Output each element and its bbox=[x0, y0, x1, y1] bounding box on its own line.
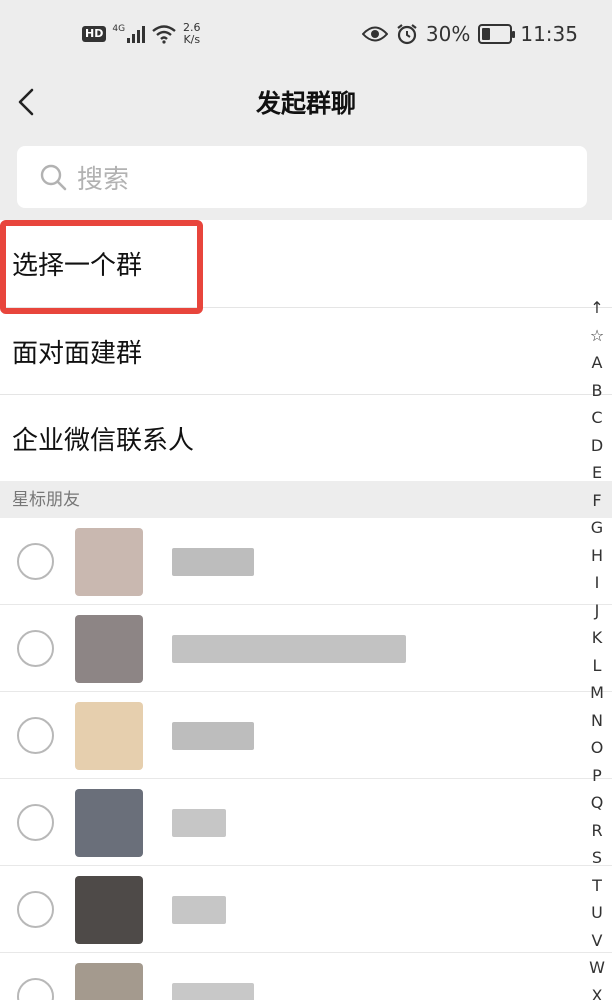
index-letter[interactable]: T bbox=[582, 872, 612, 900]
avatar bbox=[75, 789, 143, 857]
search-area: 搜索 bbox=[0, 134, 612, 220]
index-letter[interactable]: R bbox=[582, 817, 612, 845]
clock: 11:35 bbox=[520, 22, 578, 46]
eye-icon bbox=[361, 26, 388, 42]
contact-row[interactable] bbox=[0, 953, 612, 1000]
avatar bbox=[75, 963, 143, 1000]
search-icon bbox=[40, 164, 67, 191]
select-radio[interactable] bbox=[17, 891, 54, 928]
blurred-name bbox=[172, 548, 254, 576]
index-letter[interactable]: F bbox=[582, 487, 612, 515]
alarm-icon bbox=[397, 24, 417, 45]
index-letter[interactable]: C bbox=[582, 404, 612, 432]
select-radio[interactable] bbox=[17, 978, 54, 1000]
search-input[interactable]: 搜索 bbox=[17, 146, 587, 208]
alphabet-index[interactable]: ↑ ☆ A B C D E F G H I J K L M N O P Q R S T U V W X bbox=[582, 294, 612, 1000]
contact-row[interactable] bbox=[0, 866, 612, 953]
index-letter[interactable]: J bbox=[582, 597, 612, 625]
face-to-face-group-item[interactable]: 面对面建群 bbox=[0, 307, 612, 394]
status-right: 30% 11:35 bbox=[361, 22, 578, 46]
contact-row[interactable] bbox=[0, 692, 612, 779]
battery-icon bbox=[478, 24, 516, 44]
select-radio[interactable] bbox=[17, 717, 54, 754]
blurred-name bbox=[172, 896, 226, 924]
index-letter[interactable]: A bbox=[582, 349, 612, 377]
blurred-name bbox=[172, 983, 254, 1000]
status-left: HD 4G 2.6 K/s bbox=[82, 22, 201, 46]
work-contacts-item[interactable]: 企业微信联系人 bbox=[0, 394, 612, 481]
select-radio[interactable] bbox=[17, 543, 54, 580]
section-header-starred: 星标朋友 bbox=[0, 482, 612, 518]
status-bar: HD 4G 2.6 K/s 30% 11:35 bbox=[0, 0, 612, 72]
select-radio[interactable] bbox=[17, 630, 54, 667]
index-letter[interactable]: N bbox=[582, 707, 612, 735]
index-letter[interactable]: S bbox=[582, 844, 612, 872]
index-letter[interactable]: M bbox=[582, 679, 612, 707]
avatar bbox=[75, 528, 143, 596]
battery-percent: 30% bbox=[425, 22, 471, 46]
hd-badge: HD bbox=[82, 26, 107, 42]
index-letter[interactable]: O bbox=[582, 734, 612, 762]
index-letter[interactable]: G bbox=[582, 514, 612, 542]
index-letter[interactable]: H bbox=[582, 542, 612, 570]
network-type: 4G bbox=[112, 24, 126, 34]
index-letter[interactable]: U bbox=[582, 899, 612, 927]
index-letter[interactable]: D bbox=[582, 432, 612, 460]
work-contacts-label: 企业微信联系人 bbox=[12, 425, 195, 456]
blurred-name bbox=[172, 722, 254, 750]
wifi-icon bbox=[152, 25, 176, 44]
page-title: 发起群聊 bbox=[255, 89, 356, 118]
index-letter[interactable]: I bbox=[582, 569, 612, 597]
index-letter[interactable]: E bbox=[582, 459, 612, 487]
index-letter[interactable]: K bbox=[582, 624, 612, 652]
index-letter[interactable]: L bbox=[582, 652, 612, 680]
index-letter[interactable]: W bbox=[582, 954, 612, 982]
avatar bbox=[75, 876, 143, 944]
contact-list bbox=[0, 518, 612, 1000]
network-speed: 2.6 K/s bbox=[183, 21, 201, 46]
contact-row[interactable] bbox=[0, 779, 612, 866]
index-letter[interactable]: B bbox=[582, 377, 612, 405]
highlight-annotation bbox=[0, 220, 203, 314]
face-to-face-label: 面对面建群 bbox=[12, 338, 143, 369]
blurred-name bbox=[172, 809, 226, 837]
index-letter[interactable]: X bbox=[582, 982, 612, 1000]
index-letter[interactable]: ↑ bbox=[582, 294, 612, 322]
avatar bbox=[75, 615, 143, 683]
contact-row[interactable] bbox=[0, 605, 612, 692]
avatar bbox=[75, 702, 143, 770]
select-radio[interactable] bbox=[17, 804, 54, 841]
index-letter[interactable]: ☆ bbox=[582, 322, 612, 350]
index-letter[interactable]: P bbox=[582, 762, 612, 790]
search-placeholder: 搜索 bbox=[77, 164, 130, 195]
blurred-name bbox=[172, 635, 406, 663]
contact-row[interactable] bbox=[0, 518, 612, 605]
nav-bar: 发起群聊 bbox=[0, 72, 612, 134]
signal-icon: 4G bbox=[112, 24, 146, 43]
index-letter[interactable]: V bbox=[582, 927, 612, 955]
index-letter[interactable]: Q bbox=[582, 789, 612, 817]
